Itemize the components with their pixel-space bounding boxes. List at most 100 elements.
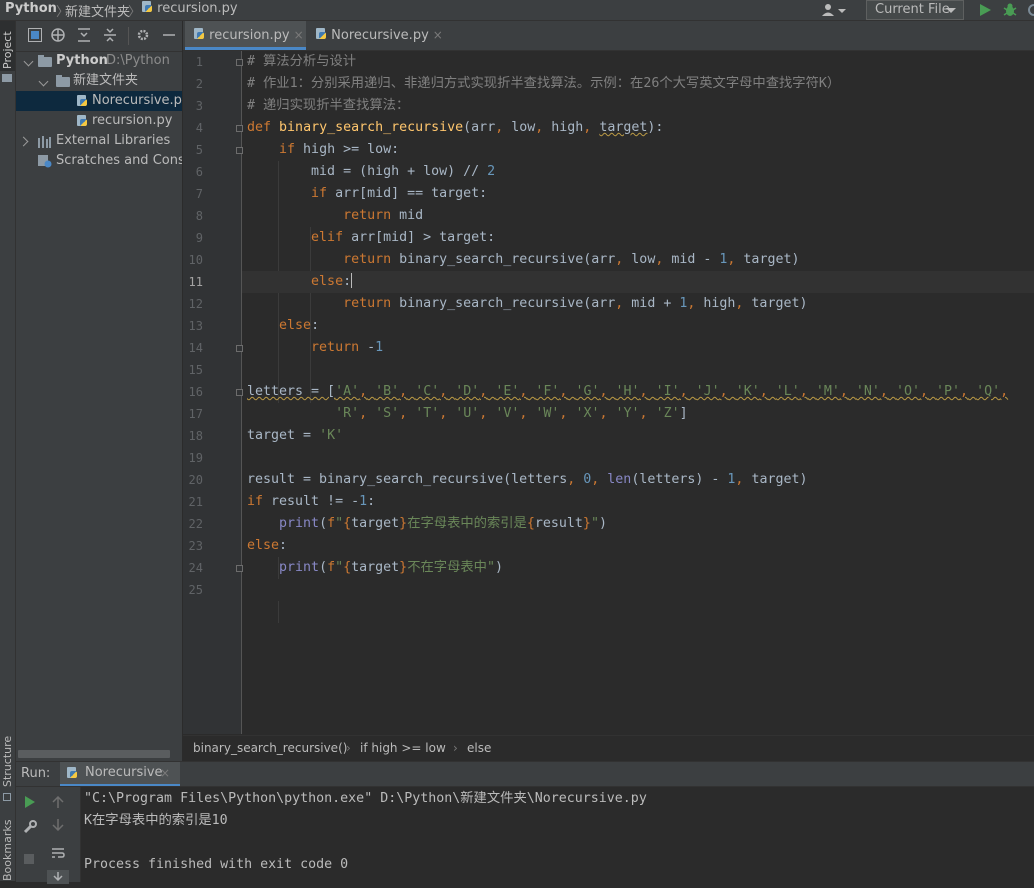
code-line[interactable]: # 算法分析与设计 [247, 51, 356, 73]
nav-file-label: recursion.py [157, 1, 238, 16]
python-file-icon [193, 28, 205, 40]
tool-window-bookmarks-button[interactable]: Bookmarks [0, 820, 15, 881]
line-number: 24 [188, 561, 203, 575]
chevron-down-icon [23, 56, 34, 67]
user-account-icon[interactable] [821, 3, 847, 17]
tab-label: Norecursive.py [331, 28, 429, 43]
tool-window-structure-button[interactable]: Structure [0, 731, 15, 791]
line-number: 7 [195, 187, 203, 201]
soft-wrap-icon[interactable] [51, 846, 65, 864]
nav-folder[interactable]: 新建文件夹 [65, 1, 130, 20]
code-line[interactable]: # 递归实现折半查找算法： [247, 95, 409, 117]
line-number: 19 [188, 451, 203, 465]
breadcrumb-item[interactable]: else [467, 736, 491, 761]
tree-file-label: recursion.py [92, 113, 173, 128]
close-icon[interactable]: × [160, 762, 170, 784]
tree-scratches[interactable]: Scratches and Consoles [16, 151, 182, 171]
breadcrumb-separator: › [453, 741, 458, 755]
line-number: 17 [188, 407, 203, 421]
wrench-icon[interactable] [23, 820, 37, 838]
tree-root-name: Python [56, 53, 108, 68]
nav-project[interactable]: Python [5, 1, 57, 16]
code-line[interactable]: # 作业1：分别采用递归、非递归方式实现折半查找算法。示例：在26个大写英文字母… [247, 73, 840, 95]
code-line[interactable]: print(f"{target}在字母表中的索引是{result}") [247, 513, 607, 535]
tree-file-label: Norecursive.py [92, 93, 182, 108]
folder-icon [38, 55, 52, 67]
gear-icon[interactable] [136, 28, 150, 42]
code-line[interactable]: target = 'K' [247, 425, 343, 447]
select-opened-file-icon[interactable] [28, 28, 42, 42]
code-line[interactable]: return mid [247, 205, 423, 227]
expand-all-icon[interactable] [77, 28, 91, 42]
run-tab-norecursive[interactable]: Norecursive × [60, 762, 180, 786]
tree-file-norecursive[interactable]: Norecursive.py [16, 91, 182, 111]
tree-file-recursion[interactable]: recursion.py [16, 111, 182, 131]
tab-norecursive[interactable]: Norecursive.py × [307, 21, 443, 50]
crosshair-icon[interactable] [51, 28, 65, 42]
hide-panel-icon[interactable] [162, 28, 176, 42]
code-line[interactable]: else: [242, 271, 1034, 293]
rerun-icon[interactable] [24, 796, 36, 812]
line-number-gutter: 1 2 3 4 5 6 7 8 9 10 11 12 13 14 15 16 17 18 19 20 21 22 23 24 2… [183, 51, 243, 734]
code-line[interactable]: letters = ['A', 'B', 'C', 'D', 'E', 'F',… [247, 381, 1008, 403]
line-number: 14 [188, 341, 203, 355]
code-line[interactable]: return -1 [247, 337, 383, 359]
code-line[interactable]: else: [247, 535, 287, 557]
tool-window-project-button[interactable]: Project [0, 21, 15, 71]
run-icon[interactable] [978, 3, 992, 21]
code-line[interactable]: return binary_search_recursive(arr, low,… [247, 249, 799, 271]
close-icon[interactable]: × [433, 28, 443, 42]
code-line[interactable]: print(f"{target}不在字母表中") [247, 557, 503, 579]
code-line[interactable]: if result != -1: [247, 491, 375, 513]
line-number: 20 [188, 473, 203, 487]
tree-root-python[interactable]: Python D:\Python [16, 51, 182, 71]
code-line[interactable]: def binary_search_recursive(arr, low, hi… [247, 117, 663, 139]
breadcrumb: binary_search_recursive() › if high >= l… [183, 735, 1034, 762]
code-line[interactable]: return binary_search_recursive(arr, mid … [247, 293, 807, 315]
code-line[interactable]: if arr[mid] == target: [247, 183, 487, 205]
console-output-line: K在字母表中的索引是10 [84, 813, 228, 828]
line-number: 23 [188, 539, 203, 553]
line-number: 12 [188, 297, 203, 311]
code-line[interactable]: 'R', 'S', 'T', 'U', 'V', 'W', 'X', 'Y', … [247, 403, 688, 425]
tree-folder-new[interactable]: 新建文件夹 [16, 71, 182, 91]
project-toolbar [16, 21, 182, 52]
structure-tool-label: Structure [1, 735, 14, 787]
run-configuration-select[interactable]: Current File [866, 0, 964, 20]
run-panel: Run: Norecursive × "C:\Program Files\Pyt… [16, 761, 1034, 884]
stop-icon[interactable] [24, 854, 34, 864]
code-area[interactable]: # 算法分析与设计 # 作业1：分别采用递归、非递归方式实现折半查找算法。示例：在… [242, 51, 1034, 734]
code-line[interactable]: if high >= low: [247, 139, 399, 161]
arrow-up-icon[interactable] [52, 795, 64, 812]
breadcrumb-item[interactable]: if high >= low [360, 736, 446, 761]
structure-icon [3, 793, 11, 801]
close-icon[interactable]: × [294, 28, 304, 42]
scroll-to-end-icon[interactable] [47, 870, 69, 884]
code-line[interactable]: result = binary_search_recursive(letters… [247, 469, 807, 491]
python-file-icon [76, 115, 88, 127]
project-panel: Python D:\Python 新建文件夹 Norecursive.py re… [16, 21, 182, 761]
coverage-icon[interactable] [1028, 3, 1034, 21]
tab-recursion[interactable]: recursion.py × [185, 21, 306, 50]
code-line[interactable]: else: [247, 315, 319, 337]
breadcrumb-item[interactable]: binary_search_recursive() [193, 736, 347, 761]
run-label: Run: [21, 766, 51, 781]
run-tab-label: Norecursive [85, 765, 163, 780]
horizontal-scrollbar[interactable] [18, 750, 170, 758]
console-output-line: Process finished with exit code 0 [84, 857, 349, 872]
arrow-down-icon[interactable] [52, 819, 64, 835]
chevron-down-icon [38, 76, 49, 87]
left-tool-strip: Project Structure Bookmarks [0, 21, 16, 881]
tree-external-libraries[interactable]: External Libraries [16, 131, 182, 151]
nav-file[interactable]: recursion.py [141, 1, 238, 16]
line-number: 8 [195, 209, 203, 223]
collapse-all-icon[interactable] [103, 28, 117, 42]
project-tool-label: Project [1, 31, 14, 69]
tree-external-label: External Libraries [56, 133, 171, 148]
debug-icon[interactable] [1002, 2, 1018, 22]
line-number: 18 [188, 429, 203, 443]
code-line[interactable]: elif arr[mid] > target: [247, 227, 495, 249]
line-number: 9 [195, 231, 203, 245]
code-line[interactable]: mid = (high + low) // 2 [247, 161, 495, 183]
toolbar-divider [128, 27, 129, 45]
